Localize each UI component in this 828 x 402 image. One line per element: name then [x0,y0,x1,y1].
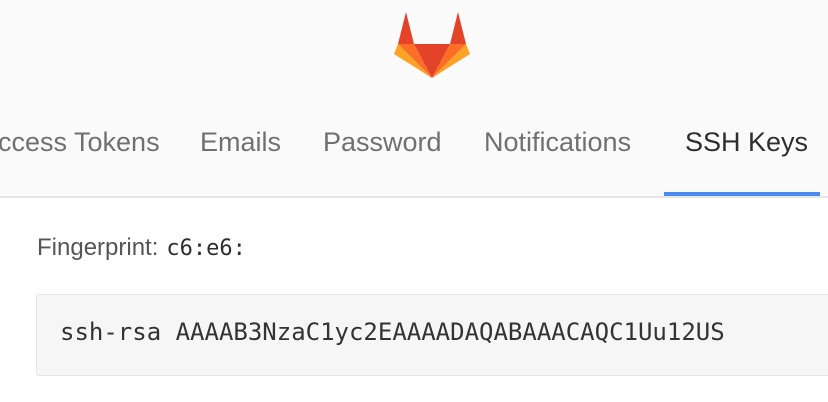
tab-password[interactable]: Password [323,100,442,196]
public-key-text[interactable]: ssh-rsa AAAAB3NzaC1yc2EAAAADAQABAAACAQC1… [60,318,725,346]
fingerprint-value: c6:e6: [166,236,246,261]
gitlab-fox-icon[interactable] [394,10,470,78]
header: ccess Tokens Emails Password Notificatio… [0,0,828,196]
tabs-divider [0,196,828,198]
fingerprint-label: Fingerprint: [37,234,159,261]
tab-access-tokens[interactable]: ccess Tokens [0,100,160,196]
tab-ssh-keys[interactable]: SSH Keys [685,100,808,196]
fingerprint: Fingerprint: c6:e6: [37,234,246,262]
public-key-box: ssh-rsa AAAAB3NzaC1yc2EAAAADAQABAAACAQC1… [36,294,828,376]
profile-settings-tabs: ccess Tokens Emails Password Notificatio… [0,100,828,196]
tab-notifications[interactable]: Notifications [484,100,631,196]
page: ccess Tokens Emails Password Notificatio… [0,0,828,402]
tab-emails[interactable]: Emails [200,100,281,196]
